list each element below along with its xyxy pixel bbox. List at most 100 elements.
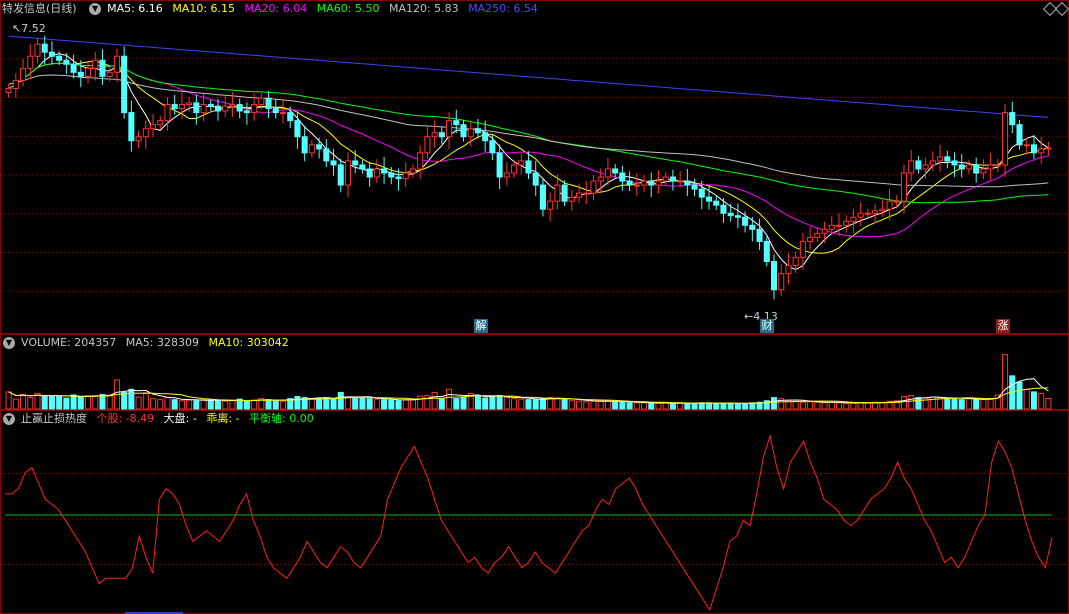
indicator-pane-frame: [0, 410, 1069, 614]
volume-bar: [99, 393, 106, 410]
indicator-pane[interactable]: ▼ 止赢止损热度 个股: -8.49 大盘: - 乖离: - 平衡轴: 0.00: [0, 410, 1069, 614]
volume-label: VOLUME: 204357: [21, 336, 117, 349]
candle-body: [70, 63, 77, 73]
candle-body: [1009, 112, 1016, 126]
candle-body: [265, 97, 272, 110]
volume-bar: [388, 399, 395, 410]
volume-bar: [279, 400, 287, 410]
volume-bar: [713, 402, 720, 410]
candle-body: [474, 128, 481, 134]
candle-body: [792, 257, 799, 267]
candle-body: [763, 240, 770, 263]
candle-body: [554, 184, 561, 202]
volume-bar: [85, 395, 92, 410]
candle-body: [446, 120, 453, 138]
volume-bar: [395, 400, 402, 410]
candle-body: [113, 55, 120, 73]
candle-body: [417, 152, 424, 170]
volume-bar: [770, 397, 778, 410]
candle-body: [872, 210, 879, 214]
volume-bar: [1045, 397, 1052, 410]
candle-body: [864, 212, 871, 215]
volume-bar: [128, 388, 135, 410]
volume-bar: [482, 397, 489, 410]
stock-heat-label: 个股: -8.49: [96, 412, 155, 425]
candle-body: [41, 43, 48, 53]
volume-bar: [381, 399, 388, 410]
volume-bar: [554, 397, 561, 410]
candle-body: [677, 180, 684, 183]
volume-bar: [1016, 381, 1023, 410]
candle-body: [850, 216, 857, 222]
candle-body: [633, 184, 640, 187]
volume-bar: [684, 402, 691, 410]
chevron-down-icon[interactable]: ▼: [3, 337, 15, 349]
candle-body: [5, 87, 12, 93]
candle-body: [568, 196, 575, 202]
candle-body: [843, 220, 850, 226]
volume-bar: [402, 399, 409, 410]
candle-body: [431, 132, 438, 138]
candle-body: [366, 168, 373, 178]
chevron-down-icon[interactable]: ▼: [89, 3, 102, 15]
volume-bar: [633, 402, 640, 410]
volume-bar: [193, 400, 200, 410]
candle-body: [799, 240, 806, 259]
candle-body: [900, 172, 908, 202]
volume-pane[interactable]: ▼ VOLUME: 204357 MA5: 328309 MA10: 303042: [0, 334, 1069, 410]
candle-body: [186, 102, 193, 106]
event-tag-jie[interactable]: 解: [474, 319, 488, 333]
candle-body: [359, 164, 366, 170]
candle-body: [63, 59, 70, 65]
candle-body: [705, 196, 713, 202]
candle-body: [330, 160, 337, 166]
deviation-label: 乖离: -: [206, 412, 240, 425]
volume-bar: [142, 392, 149, 410]
volume-bar: [518, 398, 525, 410]
stock-heat-line: [5, 433, 1053, 612]
candle-body: [518, 160, 525, 166]
candle-body: [258, 97, 265, 106]
ma60-line: [8, 62, 1049, 204]
volume-bar: [496, 395, 503, 410]
volume-bar: [20, 393, 27, 410]
event-tag-zhang[interactable]: 涨: [996, 319, 1010, 333]
vol-ma5-label: MA5: 328309: [125, 336, 199, 349]
volume-bar: [641, 402, 648, 410]
candle-body: [149, 124, 157, 130]
candle-body: [308, 144, 315, 154]
volume-bar: [677, 402, 684, 410]
volume-bar: [655, 402, 662, 410]
volume-bar: [149, 398, 157, 410]
candle-body: [373, 168, 380, 178]
candle-body: [937, 156, 944, 162]
candle-body: [243, 110, 250, 114]
candle-body: [987, 164, 994, 170]
indicator-name: 止赢止损热度: [21, 412, 87, 425]
candle-body: [106, 71, 113, 77]
event-tag-cai[interactable]: 财: [760, 319, 774, 333]
candle-body: [142, 128, 149, 138]
volume-bar: [5, 391, 12, 410]
volume-bar: [807, 401, 814, 410]
volume-bar: [532, 399, 539, 410]
candle-body: [34, 43, 41, 57]
candle-body: [496, 152, 503, 178]
volume-bar: [648, 402, 655, 410]
candle-body: [980, 168, 987, 174]
candle-body: [301, 136, 308, 154]
ma60-label: MA60: 5.50: [316, 2, 380, 15]
volume-bar: [323, 397, 330, 410]
price-chart[interactable]: [0, 0, 1069, 334]
indicator-chart[interactable]: [0, 410, 1069, 614]
candle-body: [648, 180, 655, 186]
chevron-down-icon[interactable]: ▼: [3, 413, 15, 425]
candle-body: [662, 176, 669, 182]
balance-label: 平衡轴: 0.00: [249, 412, 314, 425]
indicator-header: ▼ 止赢止损热度 个股: -8.49 大盘: - 乖离: - 平衡轴: 0.00: [0, 410, 320, 428]
price-pane[interactable]: 特发信息(日线) ▼ MA5: 6.16 MA10: 6.15 MA20: 6.0…: [0, 0, 1069, 334]
volume-bar: [626, 402, 633, 410]
volume-bar: [1002, 354, 1009, 410]
volume-bar: [1030, 391, 1037, 410]
candle-body: [27, 55, 34, 69]
